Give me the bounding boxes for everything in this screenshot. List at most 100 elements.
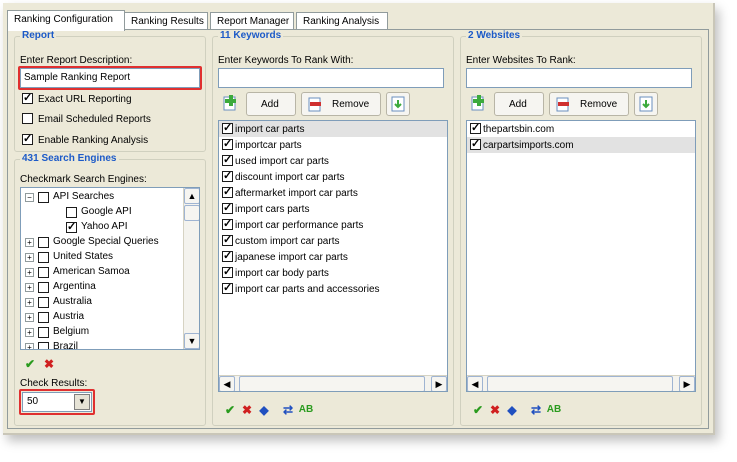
expand-icon[interactable]: + [25,313,34,322]
tree-item[interactable]: + American Samoa [21,265,181,280]
checkbox-icon[interactable] [38,237,49,248]
scroll-left-button[interactable]: ◀ [219,376,235,391]
checkbox-icon[interactable] [38,297,49,308]
expand-icon[interactable]: + [25,283,34,292]
checkbox-icon[interactable] [38,267,49,278]
search-engine-tree[interactable]: − API Searches Google API Yahoo API + Google … [20,187,200,350]
remove-keyword-button[interactable]: Remove [301,92,381,116]
scroll-thumb[interactable] [239,376,425,391]
tab-ranking-analysis[interactable]: Ranking Analysis [296,12,388,30]
add-website-icon[interactable] [470,94,488,112]
checkbox-icon[interactable] [222,153,233,166]
tree-item[interactable]: + Argentina [21,280,181,295]
scroll-right-button[interactable]: ▶ [431,376,447,391]
list-item[interactable]: used import car parts [219,153,447,169]
keyword-input[interactable] [218,68,444,88]
tree-item[interactable]: − API Searches [21,190,181,205]
collapse-icon[interactable]: − [25,193,34,202]
add-website-button[interactable]: Add [494,92,544,116]
checkbox-icon[interactable] [38,342,49,349]
keywords-list[interactable]: import car parts importcar parts used impo… [218,120,448,392]
checkbox-icon[interactable] [222,249,233,262]
tab-report-manager[interactable]: Report Manager [210,12,294,30]
expand-icon[interactable]: + [25,343,34,349]
import-keywords-button[interactable] [386,92,410,116]
websites-list[interactable]: thepartsbin.com carpartsimports.com ◀ ▶ [466,120,696,392]
scroll-right-button[interactable]: ▶ [679,376,695,391]
list-item[interactable]: japanese import car parts [219,249,447,265]
tab-ranking-configuration[interactable]: Ranking Configuration [7,10,125,31]
add-keyword-icon[interactable] [222,94,240,112]
tree-item[interactable]: Google API [21,205,181,220]
email-scheduled-reports-checkbox[interactable]: Email Scheduled Reports [22,113,151,125]
tree-item[interactable]: Yahoo API [21,220,181,235]
remove-website-button[interactable]: Remove [549,92,629,116]
vertical-scrollbar[interactable]: ▲ ▼ [183,188,199,349]
import-websites-button[interactable] [634,92,658,116]
scroll-left-button[interactable]: ◀ [467,376,483,391]
tab-ranking-results[interactable]: Ranking Results [124,12,208,30]
tree-item[interactable]: + Google Special Queries [21,235,181,250]
list-item[interactable]: import car performance parts [219,217,447,233]
checkbox-icon[interactable] [222,169,233,182]
uncheck-all-icon[interactable]: ✖ [41,356,57,372]
expand-icon[interactable]: + [25,238,34,247]
expand-icon[interactable]: + [25,298,34,307]
swap-icon[interactable]: ⇄ [528,402,544,418]
list-item[interactable]: custom import car parts [219,233,447,249]
list-item[interactable]: thepartsbin.com [467,121,695,137]
horizontal-scrollbar[interactable]: ◀ ▶ [219,375,447,391]
checkbox-icon[interactable] [222,121,233,134]
checkbox-icon[interactable] [222,233,233,246]
list-item[interactable]: aftermarket import car parts [219,185,447,201]
tree-item[interactable]: + Austria [21,310,181,325]
scroll-down-button[interactable]: ▼ [184,333,199,349]
checkbox-icon[interactable] [470,121,481,134]
check-all-websites-icon[interactable]: ✔ [470,402,486,418]
expand-icon[interactable]: + [25,268,34,277]
sort-az-icon[interactable]: AB [298,402,314,418]
checkbox-icon[interactable] [222,185,233,198]
checkbox-icon[interactable] [38,327,49,338]
tree-item[interactable]: + United States [21,250,181,265]
list-item[interactable]: importcar parts [219,137,447,153]
uncheck-all-keywords-icon[interactable]: ✖ [239,402,255,418]
list-item[interactable]: import car parts and accessories [219,281,447,297]
tree-item[interactable]: + Belgium [21,325,181,340]
swap-icon[interactable]: ⇄ [280,402,296,418]
checkbox-icon[interactable] [38,282,49,293]
tree-item[interactable]: + Australia [21,295,181,310]
checkbox-icon[interactable] [38,192,49,203]
check-all-icon[interactable]: ✔ [22,356,38,372]
checkbox-icon[interactable] [38,252,49,263]
checkbox-icon[interactable] [222,265,233,278]
list-item[interactable]: import car parts [219,121,447,137]
scroll-thumb[interactable] [184,205,199,221]
expand-icon[interactable]: + [25,328,34,337]
horizontal-scrollbar[interactable]: ◀ ▶ [467,375,695,391]
checkbox-icon[interactable] [222,281,233,294]
shield-icon[interactable]: ◆ [256,402,272,418]
checkbox-icon[interactable] [66,220,77,233]
checkbox-icon[interactable] [66,207,77,218]
tree-item[interactable]: + Brazil [21,340,181,349]
checkbox-icon[interactable] [222,217,233,230]
scroll-thumb[interactable] [487,376,673,391]
scroll-up-button[interactable]: ▲ [184,188,199,204]
check-all-keywords-icon[interactable]: ✔ [222,402,238,418]
add-keyword-button[interactable]: Add [246,92,296,116]
sort-az-icon[interactable]: AB [546,402,562,418]
shield-icon[interactable]: ◆ [504,402,520,418]
checkbox-icon[interactable] [222,201,233,214]
exact-url-reporting-checkbox[interactable]: Exact URL Reporting [22,91,132,105]
list-item[interactable]: import car body parts [219,265,447,281]
checkbox-icon[interactable] [38,312,49,323]
list-item[interactable]: discount import car parts [219,169,447,185]
checkbox-icon[interactable] [470,137,481,150]
checkbox-icon[interactable] [222,137,233,150]
enable-ranking-analysis-checkbox[interactable]: Enable Ranking Analysis [22,132,148,146]
uncheck-all-websites-icon[interactable]: ✖ [487,402,503,418]
list-item[interactable]: import cars parts [219,201,447,217]
list-item[interactable]: carpartsimports.com [467,137,695,153]
expand-icon[interactable]: + [25,253,34,262]
